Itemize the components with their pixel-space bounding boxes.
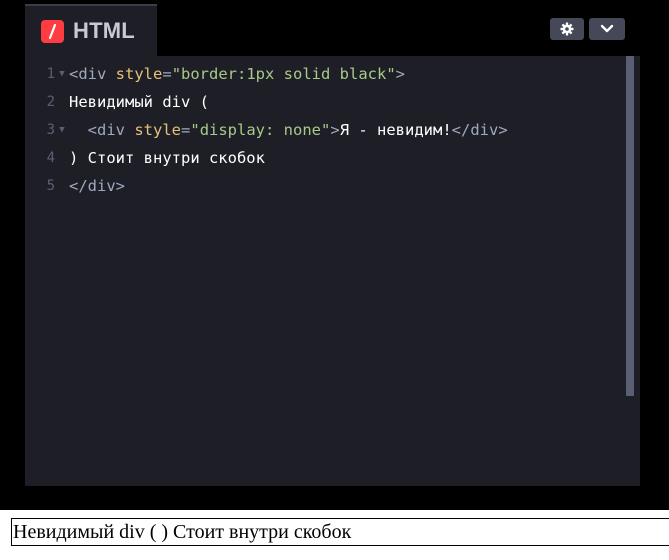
pen-container: HTML 1 ▼ <div style="border:1px solid bl… bbox=[0, 0, 669, 510]
editor-tab-html[interactable]: HTML bbox=[25, 4, 157, 56]
settings-button[interactable] bbox=[550, 18, 584, 40]
code-tag: </div> bbox=[69, 177, 125, 195]
code-string: "display: none" bbox=[190, 121, 331, 139]
code-attribute: style bbox=[115, 65, 163, 83]
result-output: Невидимый div ( ) Стоит внутри скобок bbox=[11, 518, 669, 546]
code-tag: </div> bbox=[451, 121, 508, 139]
html-slash-icon bbox=[41, 19, 64, 43]
code-text: Невидимый div ( bbox=[69, 93, 209, 111]
code-attribute: style bbox=[134, 121, 182, 139]
line-number: 2 bbox=[46, 94, 55, 110]
fold-arrow-icon[interactable]: ▼ bbox=[55, 125, 69, 135]
code-inner-text: Я - невидим! bbox=[339, 121, 452, 139]
code-equals: = bbox=[181, 121, 191, 139]
code-text: ) Стоит внутри скобок bbox=[69, 149, 265, 167]
code-tag: <div bbox=[87, 121, 135, 139]
code-tag: > bbox=[330, 121, 340, 139]
code-line: 5 </div> bbox=[25, 172, 625, 200]
editor-tab-title: HTML bbox=[73, 18, 135, 43]
code-equals: = bbox=[162, 65, 172, 83]
code-tag: > bbox=[395, 65, 405, 83]
code-line: 2 Невидимый div ( bbox=[25, 88, 625, 116]
code-tag: <div bbox=[69, 65, 116, 83]
html-editor: HTML 1 ▼ <div style="border:1px solid bl… bbox=[25, 4, 640, 486]
code-text: </div> bbox=[69, 177, 125, 195]
fold-arrow-icon[interactable]: ▼ bbox=[55, 69, 69, 79]
code-string: "border:1px solid black" bbox=[171, 65, 396, 83]
code-text: <div style="display: none">Я - невидим!<… bbox=[69, 121, 508, 139]
code-line: 1 ▼ <div style="border:1px solid black"> bbox=[25, 60, 625, 88]
chevron-down-icon bbox=[600, 24, 614, 33]
code-line: 3 ▼ <div style="display: none">Я - невид… bbox=[25, 116, 625, 144]
collapse-button[interactable] bbox=[589, 18, 625, 40]
line-number: 4 bbox=[46, 150, 55, 166]
line-number: 3 bbox=[46, 122, 55, 138]
code-line: 4 ) Стоит внутри скобок bbox=[25, 144, 625, 172]
gear-icon bbox=[560, 22, 574, 36]
line-number: 1 bbox=[46, 66, 55, 82]
code-text: <div style="border:1px solid black"> bbox=[69, 65, 405, 83]
editor-scrollbar[interactable] bbox=[626, 56, 634, 396]
code-area[interactable]: 1 ▼ <div style="border:1px solid black">… bbox=[25, 60, 640, 480]
line-number: 5 bbox=[46, 178, 55, 194]
